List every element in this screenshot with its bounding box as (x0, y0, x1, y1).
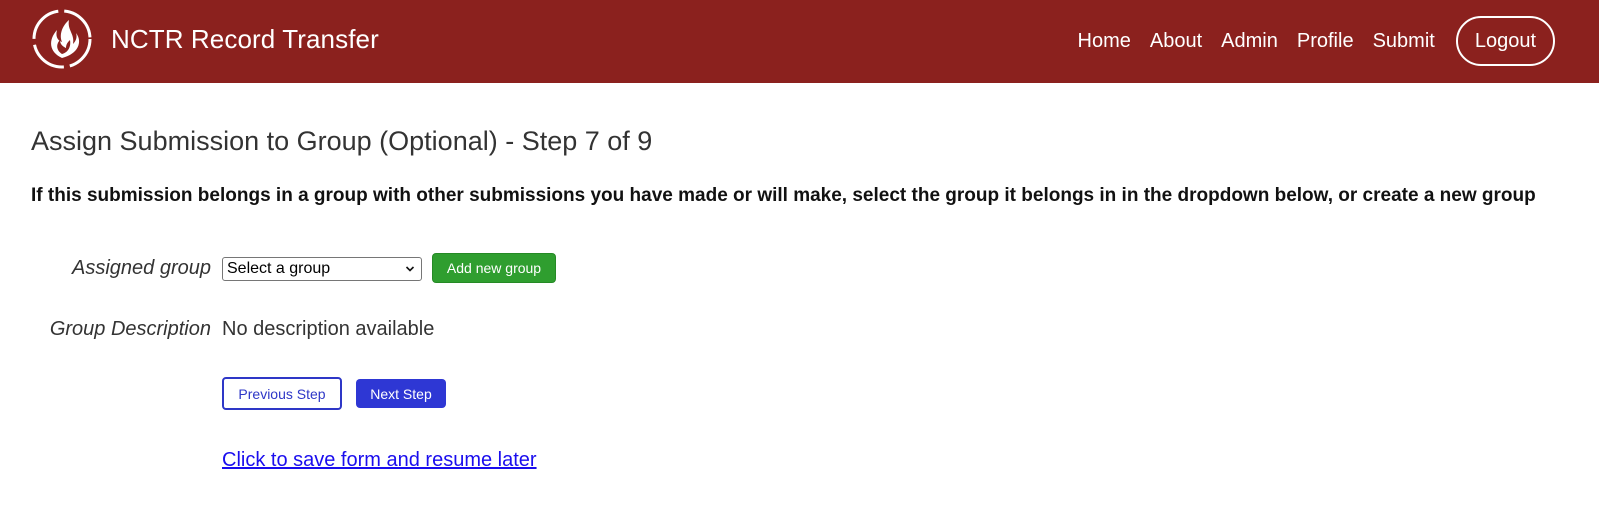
group-description-label: Group Description (49, 318, 211, 340)
previous-step-button[interactable]: Previous Step (222, 377, 342, 410)
group-select-value: Select a group (227, 260, 331, 277)
nav-admin-link[interactable]: Admin (1221, 30, 1278, 53)
flame-logo-icon[interactable] (31, 8, 93, 70)
save-and-resume-link[interactable]: Click to save form and resume later (222, 449, 537, 472)
group-select[interactable]: Select a group (222, 257, 422, 281)
page-title: Assign Submission to Group (Optional) - … (31, 126, 653, 156)
nav-profile-link[interactable]: Profile (1297, 30, 1354, 53)
nav-submit-link[interactable]: Submit (1373, 30, 1435, 53)
chevron-down-icon (405, 266, 415, 272)
add-new-group-button[interactable]: Add new group (432, 253, 556, 283)
nav-about-link[interactable]: About (1150, 30, 1202, 53)
site-header: NCTR Record Transfer Home About Admin Pr… (0, 0, 1599, 83)
site-title[interactable]: NCTR Record Transfer (111, 24, 379, 55)
group-description-value: No description available (222, 318, 435, 340)
assigned-group-label: Assigned group (72, 257, 211, 279)
nav-home-link[interactable]: Home (1078, 30, 1131, 53)
next-step-button[interactable]: Next Step (356, 379, 446, 408)
main-nav: Home About Admin Profile Submit Logout (1078, 16, 1555, 66)
logout-button[interactable]: Logout (1455, 16, 1555, 66)
instructions-text: If this submission belongs in a group wi… (31, 185, 1536, 206)
